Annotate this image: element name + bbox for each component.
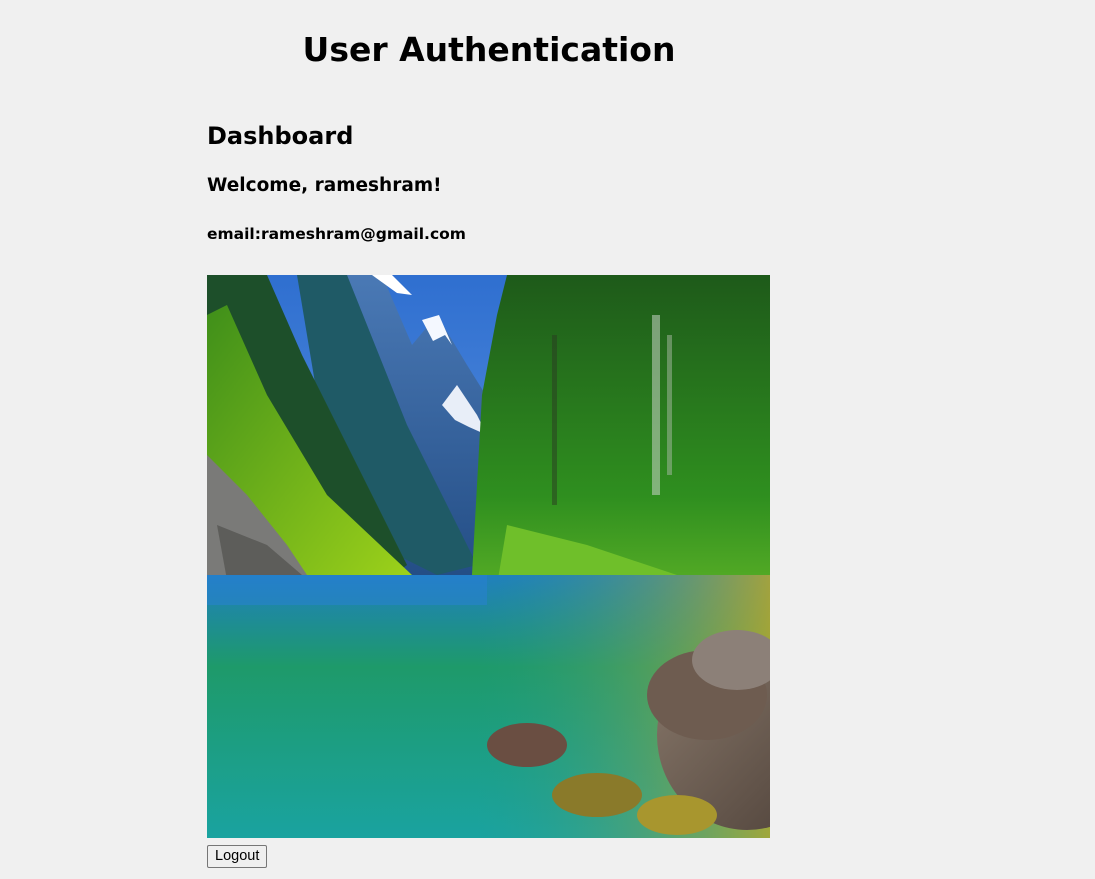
landscape-image <box>207 275 770 838</box>
welcome-message: Welcome, rameshram! <box>207 175 442 196</box>
user-email: email:rameshram@gmail.com <box>207 225 466 243</box>
page: User Authentication Dashboard Welcome, r… <box>0 0 1095 879</box>
logout-button[interactable]: Logout <box>207 845 268 868</box>
dashboard-heading: Dashboard <box>207 122 354 150</box>
dashboard-section: Dashboard Welcome, rameshram! email:rame… <box>207 119 770 245</box>
app-title: User Authentication <box>302 30 676 69</box>
